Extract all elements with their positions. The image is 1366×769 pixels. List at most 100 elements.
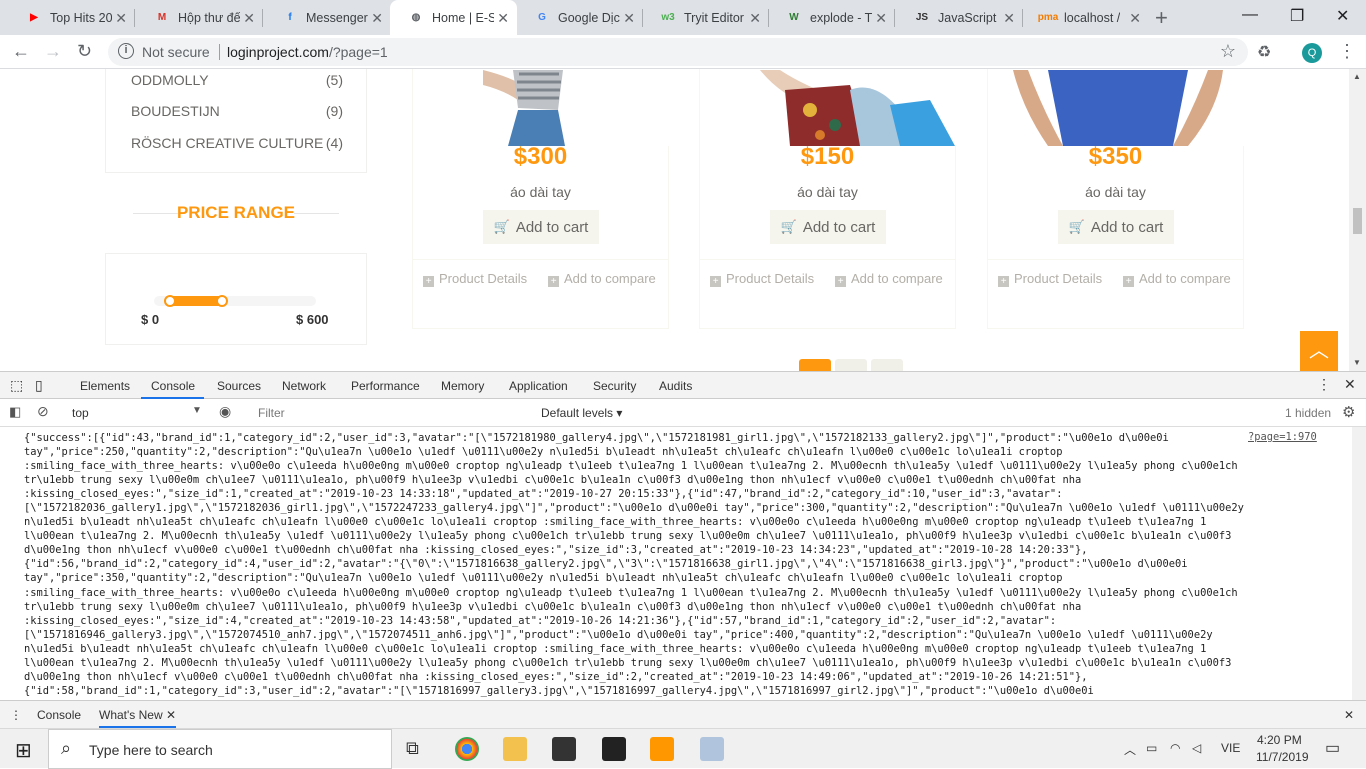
sublime-text-icon[interactable] (650, 737, 674, 761)
paint-icon[interactable] (700, 737, 724, 761)
close-tab-icon[interactable]: ✕ (875, 10, 887, 27)
context-selector[interactable]: top (72, 406, 89, 420)
minimize-icon[interactable]: — (1242, 6, 1258, 24)
device-toolbar-icon[interactable]: ▯ (35, 377, 43, 394)
windows-start-icon[interactable]: ⊞ (15, 738, 32, 763)
brand-item[interactable]: ODDMOLLY (5) (131, 72, 343, 88)
sidebar-toggle-icon[interactable]: ◧ (9, 404, 21, 420)
chrome-menu-icon[interactable]: ⋮ (1338, 41, 1356, 62)
back-icon[interactable]: ← (12, 41, 30, 62)
task-view-icon[interactable]: ⧉ (406, 738, 419, 759)
maximize-icon[interactable]: ❐ (1290, 6, 1304, 26)
browser-tab[interactable]: f Messenger ✕ (264, 0, 391, 35)
chrome-taskbar-icon[interactable] (455, 737, 479, 761)
battery-icon[interactable]: ▭ (1146, 741, 1157, 755)
profile-avatar[interactable]: Q (1302, 43, 1322, 63)
pagination-item[interactable] (835, 359, 867, 371)
brand-item[interactable]: BOUDESTIJN (9) (131, 103, 343, 119)
product-details-link[interactable]: + Product Details (998, 271, 1102, 287)
notifications-icon[interactable]: ▭ (1325, 738, 1340, 758)
browser-tab[interactable]: M Hộp thư đế ✕ (136, 0, 263, 35)
drawer-menu-icon[interactable]: ⋮ (10, 708, 22, 722)
devtools-close-icon[interactable]: ✕ (1344, 376, 1356, 393)
language-indicator[interactable]: VIE (1221, 741, 1240, 755)
mail-icon[interactable] (602, 737, 626, 761)
scroll-to-top-button[interactable]: ︿ (1300, 331, 1338, 371)
forward-icon[interactable]: → (44, 41, 62, 62)
browser-tab[interactable]: ▶ Top Hits 20 ✕ (8, 0, 135, 35)
add-to-cart-button[interactable]: 🛒 Add to cart (483, 210, 599, 244)
pagination-item[interactable] (871, 359, 903, 371)
close-tab-icon[interactable]: ✕ (243, 10, 255, 27)
browser-tab[interactable]: Wexplode - Tạ✕ (768, 0, 895, 35)
add-to-cart-button[interactable]: 🛒 Add to cart (1058, 210, 1174, 244)
scrollbar-thumb[interactable] (1353, 208, 1362, 234)
inspect-icon[interactable]: ⬚ (10, 377, 23, 394)
clock-date[interactable]: 11/7/2019 (1256, 750, 1309, 764)
reload-icon[interactable]: ↻ (77, 41, 92, 62)
bookmark-star-icon[interactable]: ☆ (1220, 41, 1236, 62)
drawer-tab-console[interactable]: Console (37, 708, 81, 722)
scroll-down-icon[interactable]: ▼ (1353, 358, 1361, 367)
close-tab-icon[interactable]: ✕ (1003, 10, 1015, 27)
pagination-item-active[interactable] (799, 359, 831, 371)
browser-tab[interactable]: pma localhost / ✕ (1022, 0, 1149, 35)
log-levels-dropdown[interactable]: Default levels ▾ (541, 406, 622, 420)
scroll-up-icon[interactable]: ▲ (1353, 72, 1361, 81)
tab-security[interactable]: Security (593, 379, 636, 393)
close-tab-icon[interactable]: ✕ (371, 10, 383, 27)
new-tab-button[interactable]: + (1155, 5, 1168, 31)
brand-item[interactable]: RÖSCH CREATIVE CULTURE (4) (131, 135, 343, 151)
extension-icon[interactable]: ♻ (1257, 42, 1271, 62)
browser-tab[interactable]: JS JavaScript f ✕ (896, 0, 1023, 35)
clear-console-icon[interactable]: ⊘ (37, 403, 49, 420)
close-tab-icon[interactable]: ✕ (497, 10, 509, 27)
drawer-tab-whats-new[interactable]: What's New ✕ (99, 708, 177, 728)
clock-time[interactable]: 4:20 PM (1257, 733, 1302, 747)
page-scrollbar[interactable]: ▲ ▼ (1349, 69, 1366, 371)
add-to-compare-link[interactable]: + Add to compare (1123, 271, 1231, 287)
tab-elements[interactable]: Elements (80, 379, 130, 393)
tab-audits[interactable]: Audits (659, 379, 692, 393)
close-tab-icon[interactable]: ✕ (115, 10, 127, 27)
devtools-menu-icon[interactable]: ⋮ (1317, 376, 1331, 393)
tab-network[interactable]: Network (282, 379, 326, 393)
tab-console[interactable]: Console (151, 379, 195, 393)
browser-tab[interactable]: ◍ Home | E-Sh✕ (390, 0, 517, 35)
close-window-icon[interactable]: ✕ (1336, 6, 1349, 26)
product-image[interactable] (988, 69, 1245, 146)
browser-tab[interactable]: w3 Tryit Editor ✕ (642, 0, 769, 35)
address-bar[interactable]: i Not secure loginproject.com/?page=1 ☆ (108, 38, 1248, 66)
console-source-link[interactable]: ?page=1:970 (1248, 431, 1317, 443)
volume-icon[interactable]: ◁ (1192, 741, 1201, 755)
product-image[interactable] (700, 69, 957, 146)
eye-icon[interactable]: ◉ (219, 403, 231, 420)
chevron-down-icon[interactable]: ▼ (192, 405, 202, 416)
info-icon[interactable]: i (118, 43, 134, 59)
price-slider-max-handle[interactable] (216, 295, 229, 307)
console-scrollbar[interactable] (1352, 427, 1366, 700)
tab-performance[interactable]: Performance (351, 379, 420, 393)
wifi-icon[interactable]: ◠ (1170, 741, 1180, 755)
close-tab-icon[interactable]: ✕ (623, 10, 635, 27)
file-explorer-icon[interactable] (503, 737, 527, 761)
settings-gear-icon[interactable]: ⚙ (1342, 403, 1355, 421)
product-image[interactable] (413, 69, 670, 146)
price-slider-track[interactable] (154, 295, 316, 307)
add-to-compare-link[interactable]: + Add to compare (835, 271, 943, 287)
add-to-cart-button[interactable]: 🛒 Add to cart (770, 210, 886, 244)
product-details-link[interactable]: + Product Details (710, 271, 814, 287)
console-filter-input[interactable]: Filter (250, 403, 535, 423)
tab-memory[interactable]: Memory (441, 379, 484, 393)
url-text[interactable]: loginproject.com/?page=1 (227, 44, 388, 60)
browser-tab[interactable]: G Google Dịch ✕ (516, 0, 643, 35)
tab-application[interactable]: Application (509, 379, 568, 393)
close-tab-icon[interactable]: ✕ (1129, 10, 1141, 27)
add-to-compare-link[interactable]: + Add to compare (548, 271, 656, 287)
not-secure-label[interactable]: Not secure (142, 44, 210, 60)
store-icon[interactable] (552, 737, 576, 761)
close-tab-icon[interactable]: ✕ (749, 10, 761, 27)
tray-chevron-icon[interactable]: ︿ (1124, 741, 1136, 758)
taskbar-search[interactable]: ⌕ Type here to search (48, 729, 392, 769)
tab-sources[interactable]: Sources (217, 379, 261, 393)
